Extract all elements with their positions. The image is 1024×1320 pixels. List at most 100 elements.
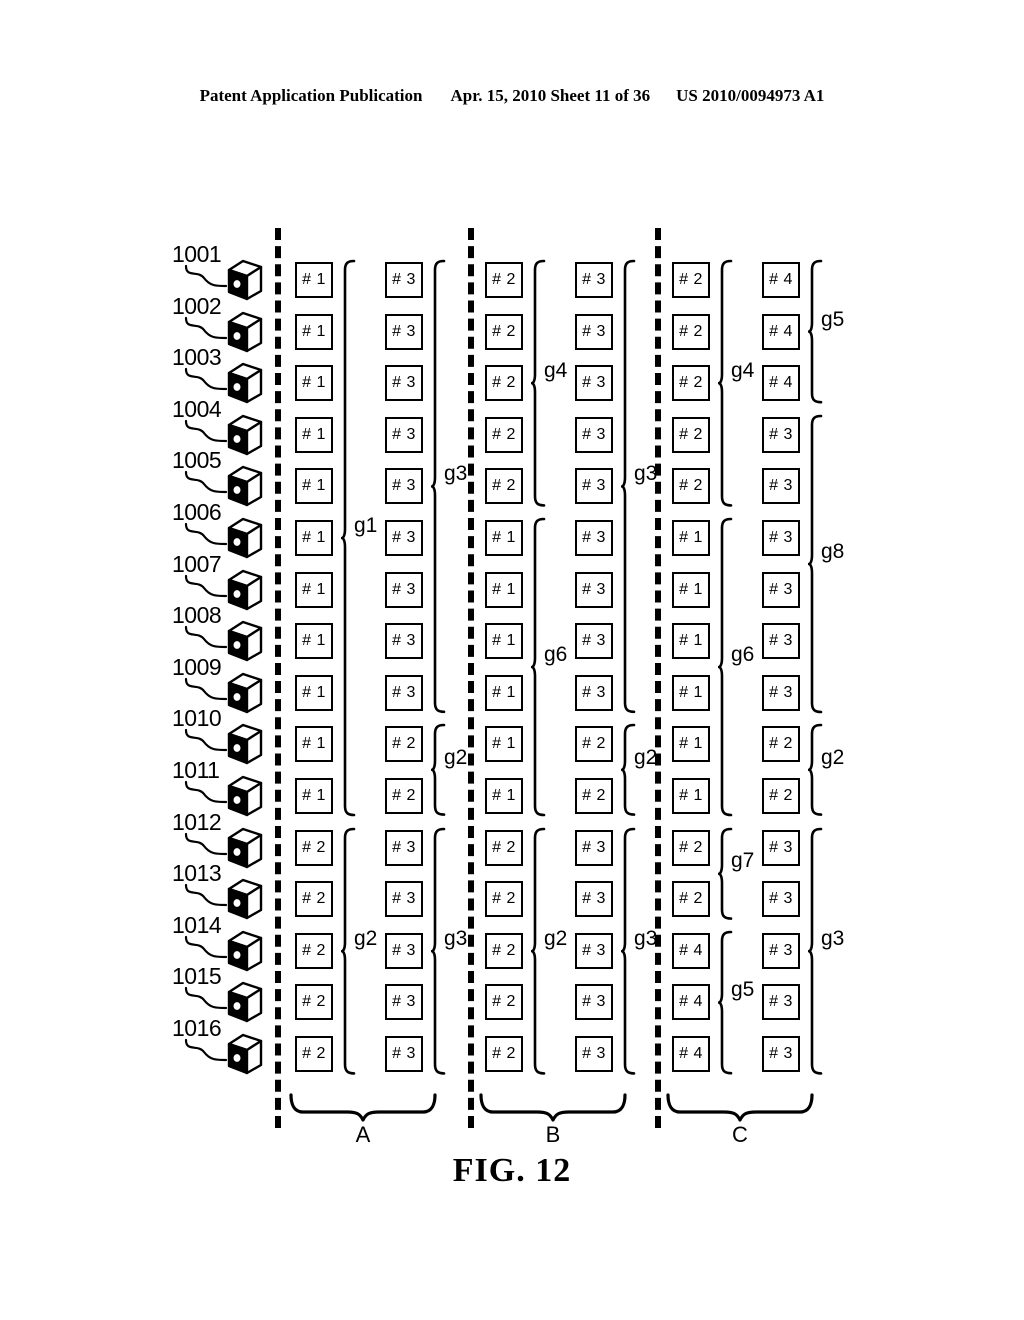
group-label: g4 — [731, 359, 755, 383]
server-icon — [225, 413, 265, 459]
unit-box: # 1 — [485, 520, 523, 556]
group-brace-C1-g7 — [717, 827, 734, 926]
unit-box: # 1 — [485, 571, 523, 608]
group-label: g3 — [821, 926, 845, 950]
unit-box: # 3 — [385, 416, 423, 453]
unit-box: # 2 — [485, 881, 523, 918]
unit-box: # 3 — [762, 468, 800, 505]
server-icon — [225, 774, 265, 820]
unit-box: # 3 — [385, 365, 423, 402]
unit-box: # 2 — [385, 726, 423, 763]
unit-box: # 3 — [762, 1036, 800, 1072]
group-brace-A2-g3 — [430, 827, 447, 1080]
server-icon — [225, 568, 265, 614]
unit-box: # 2 — [762, 726, 800, 763]
group-brace-C1-g5 — [717, 930, 734, 1080]
unit-box: # 1 — [672, 571, 710, 608]
leader-line-1004 — [184, 419, 228, 450]
leader-line-1001 — [184, 264, 228, 295]
unit-box: # 3 — [575, 881, 613, 918]
unit-box: # 3 — [385, 984, 423, 1021]
group-label: g7 — [731, 849, 755, 873]
unit-box: # 1 — [295, 623, 333, 660]
group-label: g5 — [821, 307, 845, 331]
unit-box: # 2 — [672, 829, 710, 866]
leader-line-1016 — [184, 1038, 228, 1069]
unit-box: # 2 — [485, 262, 523, 298]
unit-box: # 2 — [575, 778, 613, 814]
server-icon — [225, 980, 265, 1026]
group-label: g6 — [544, 643, 568, 666]
unit-box: # 2 — [295, 881, 333, 918]
group-label: g5 — [731, 978, 755, 1002]
unit-box: # 4 — [672, 1036, 710, 1072]
unit-box: # 3 — [385, 262, 423, 298]
unit-box: # 2 — [485, 313, 523, 350]
leader-line-1015 — [184, 986, 228, 1017]
leader-line-1013 — [184, 883, 228, 914]
section-label-A: A — [355, 1122, 371, 1147]
unit-box: # 1 — [295, 468, 333, 505]
leader-line-1010 — [184, 728, 228, 759]
server-icon — [225, 619, 265, 665]
unit-box: # 1 — [672, 778, 710, 814]
unit-box: # 1 — [295, 520, 333, 556]
unit-box: # 3 — [575, 571, 613, 608]
unit-box: # 2 — [672, 416, 710, 453]
leader-line-1003 — [184, 367, 228, 398]
group-label: g2 — [544, 926, 568, 950]
unit-box: # 3 — [575, 932, 613, 969]
leader-line-1002 — [184, 316, 228, 347]
unit-box: # 3 — [762, 984, 800, 1021]
unit-box: # 2 — [485, 984, 523, 1021]
unit-box: # 2 — [295, 1036, 333, 1072]
unit-box: # 3 — [762, 881, 800, 918]
unit-box: # 3 — [762, 416, 800, 453]
unit-box: # 3 — [762, 829, 800, 866]
group-brace-C2-g3 — [807, 827, 824, 1080]
unit-box: # 1 — [295, 416, 333, 453]
group-brace-B1-g6 — [530, 517, 547, 822]
group-label: g3 — [634, 926, 658, 950]
server-icon — [225, 826, 265, 872]
unit-box: # 2 — [485, 1036, 523, 1072]
unit-box: # 1 — [485, 778, 523, 814]
group-label: g3 — [634, 462, 658, 486]
unit-box: # 1 — [295, 674, 333, 711]
group-brace-B2-g2 — [620, 723, 637, 822]
server-icon — [225, 516, 265, 562]
unit-box: # 3 — [385, 623, 423, 660]
unit-box: # 4 — [762, 313, 800, 350]
server-icon — [225, 464, 265, 510]
section-separator-2 — [468, 228, 474, 1128]
unit-box: # 3 — [762, 623, 800, 660]
unit-box: # 3 — [575, 468, 613, 505]
group-label: g8 — [821, 539, 845, 563]
unit-box: # 3 — [762, 571, 800, 608]
leader-line-1014 — [184, 935, 228, 966]
server-icon — [225, 310, 265, 356]
unit-box: # 2 — [385, 778, 423, 814]
leader-line-1008 — [184, 625, 228, 656]
unit-box: # 4 — [672, 984, 710, 1021]
unit-box: # 2 — [485, 932, 523, 969]
unit-box: # 1 — [672, 726, 710, 763]
unit-box: # 1 — [295, 726, 333, 763]
unit-box: # 3 — [575, 262, 613, 298]
leader-line-1005 — [184, 470, 228, 501]
unit-box: # 1 — [485, 623, 523, 660]
unit-box: # 3 — [575, 416, 613, 453]
unit-box: # 2 — [485, 365, 523, 402]
unit-box: # 3 — [385, 674, 423, 711]
unit-box: # 1 — [295, 313, 333, 350]
unit-box: # 3 — [385, 932, 423, 969]
group-label: g2 — [444, 746, 468, 770]
group-brace-A1-g2 — [340, 827, 357, 1080]
section-separator-3 — [655, 228, 661, 1128]
group-label: g2 — [354, 926, 378, 950]
group-label: g3 — [444, 926, 468, 950]
group-brace-C2-g5 — [807, 259, 824, 409]
unit-box: # 1 — [672, 674, 710, 711]
unit-box: # 3 — [575, 623, 613, 660]
group-label: g2 — [634, 746, 658, 770]
